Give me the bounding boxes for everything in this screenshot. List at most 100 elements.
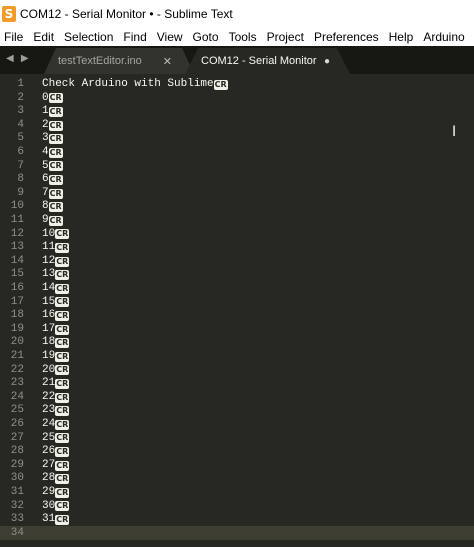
line-text: 19 CR bbox=[42, 350, 70, 364]
menu-file[interactable]: File bbox=[0, 30, 28, 44]
line-content: 26 bbox=[42, 445, 56, 458]
title-bar: S COM12 - Serial Monitor • - Sublime Tex… bbox=[0, 0, 474, 28]
editor-line: 31 29 CR bbox=[0, 486, 474, 500]
line-content: 11 bbox=[42, 241, 56, 254]
editor-line: 33 31 CR bbox=[0, 513, 474, 527]
line-number: 9 bbox=[17, 186, 24, 199]
line-text: 9 CR bbox=[42, 214, 63, 228]
line-text: 30 CR bbox=[42, 499, 70, 514]
carriage-return-marker: CR bbox=[55, 419, 70, 430]
line-text: 23 CR bbox=[42, 404, 70, 418]
tab-serial-monitor[interactable]: COM12 - Serial Monitor ● bbox=[185, 48, 350, 74]
editor-area[interactable]: 1 Check Arduino with Sublime CR 2 0 CR 3 1 CR 4 2 C… bbox=[0, 74, 474, 547]
line-number: 14 bbox=[10, 254, 24, 267]
carriage-return-marker: CR bbox=[55, 446, 70, 457]
line-content: 13 bbox=[42, 268, 56, 281]
carriage-return-marker: CR bbox=[55, 392, 70, 403]
editor-line: 30 28 CR bbox=[0, 472, 474, 486]
line-number: 29 bbox=[10, 458, 24, 471]
tab-bar: ◀ ▶ testTextEditor.ino ✕ COM12 - Serial … bbox=[0, 46, 474, 74]
line-content: 18 bbox=[42, 336, 56, 349]
editor-line: 5 3 CR bbox=[0, 132, 474, 146]
line-number: 34 bbox=[10, 526, 24, 539]
editor-line: 29 27 CR bbox=[0, 459, 474, 473]
carriage-return-marker: CR bbox=[48, 134, 63, 145]
carriage-return-marker: CR bbox=[55, 460, 70, 471]
line-text: 8 CR bbox=[42, 200, 63, 214]
editor-line: 27 25 CR bbox=[0, 432, 474, 446]
line-content: 30 bbox=[42, 499, 56, 512]
line-content: 28 bbox=[42, 472, 56, 485]
menu-edit[interactable]: Edit bbox=[28, 30, 59, 44]
unsaved-dot-icon[interactable]: ● bbox=[324, 56, 330, 67]
line-number: 19 bbox=[10, 322, 24, 335]
line-number: 23 bbox=[10, 377, 24, 390]
line-content: 19 bbox=[42, 350, 56, 362]
menu-arduino[interactable]: Arduino bbox=[418, 30, 469, 44]
menu-view[interactable]: View bbox=[152, 30, 188, 44]
line-text: 27 CR bbox=[42, 459, 70, 473]
line-text: 26 CR bbox=[42, 445, 70, 459]
menu-find[interactable]: Find bbox=[118, 30, 151, 44]
carriage-return-marker: CR bbox=[55, 229, 70, 240]
line-content: 25 bbox=[42, 431, 56, 444]
line-number: 3 bbox=[17, 105, 24, 118]
line-number: 15 bbox=[10, 268, 24, 281]
line-text: 14 CR bbox=[42, 282, 70, 296]
editor-line: 13 11 CR bbox=[0, 241, 474, 255]
editor-line: 26 24 CR bbox=[0, 418, 474, 432]
line-text: 31 CR bbox=[42, 513, 70, 527]
carriage-return-marker: CR bbox=[55, 501, 70, 512]
line-number: 32 bbox=[10, 499, 24, 512]
line-text: 17 CR bbox=[42, 323, 70, 337]
line-text: 3 CR bbox=[42, 132, 63, 146]
editor-line: 16 14 CR bbox=[0, 282, 474, 296]
line-content: 10 bbox=[42, 227, 56, 240]
line-content: 1 bbox=[42, 105, 49, 118]
editor-line: 1 Check Arduino with Sublime CR bbox=[0, 78, 474, 92]
editor-line: 9 7 CR bbox=[0, 187, 474, 201]
editor-line: 19 17 CR bbox=[0, 323, 474, 337]
menu-project[interactable]: Project bbox=[262, 30, 309, 44]
line-content: 0 bbox=[42, 91, 49, 104]
line-number: 4 bbox=[17, 118, 24, 131]
editor-line: 15 13 CR bbox=[0, 268, 474, 282]
carriage-return-marker: CR bbox=[48, 188, 63, 199]
line-text: 21 CR bbox=[42, 377, 70, 391]
line-number: 12 bbox=[10, 227, 24, 240]
carriage-return-marker: CR bbox=[55, 365, 70, 376]
menu-goto[interactable]: Goto bbox=[188, 30, 224, 44]
line-number: 31 bbox=[10, 486, 24, 498]
line-number: 28 bbox=[10, 445, 24, 458]
carriage-return-marker: CR bbox=[55, 256, 70, 267]
window-title: COM12 - Serial Monitor • - Sublime Text bbox=[20, 7, 233, 21]
menu-help[interactable]: Help bbox=[384, 30, 419, 44]
carriage-return-marker: CR bbox=[55, 406, 70, 417]
carriage-return-marker: CR bbox=[55, 297, 70, 308]
menu-selection[interactable]: Selection bbox=[59, 30, 118, 44]
line-number: 24 bbox=[10, 390, 24, 403]
editor-line: 22 20 CR bbox=[0, 364, 474, 378]
line-number: 1 bbox=[17, 78, 24, 90]
line-content: 3 bbox=[42, 132, 49, 145]
line-number: 22 bbox=[10, 363, 24, 376]
line-number: 18 bbox=[10, 309, 24, 322]
carriage-return-marker: CR bbox=[55, 283, 70, 294]
line-text: 4 CR bbox=[42, 146, 63, 160]
line-text: 16 CR bbox=[42, 309, 70, 323]
carriage-return-marker: CR bbox=[55, 474, 70, 485]
line-number: 5 bbox=[17, 132, 24, 145]
menu-preferences[interactable]: Preferences bbox=[309, 30, 384, 44]
line-text: 2 CR bbox=[42, 119, 63, 133]
line-content: 15 bbox=[42, 295, 56, 308]
tab-nav-arrows-icon[interactable]: ◀ ▶ bbox=[6, 53, 31, 64]
line-text: 6 CR bbox=[42, 173, 63, 187]
line-content: 21 bbox=[42, 377, 56, 390]
carriage-return-marker: CR bbox=[48, 174, 63, 185]
tab-test-text-editor[interactable]: testTextEditor.ino ✕ bbox=[44, 48, 194, 74]
editor-line: 23 21 CR bbox=[0, 377, 474, 391]
line-text: 18 CR bbox=[42, 336, 70, 350]
menu-tools[interactable]: Tools bbox=[224, 30, 262, 44]
close-icon[interactable]: ✕ bbox=[163, 55, 172, 68]
carriage-return-marker: CR bbox=[55, 378, 70, 389]
